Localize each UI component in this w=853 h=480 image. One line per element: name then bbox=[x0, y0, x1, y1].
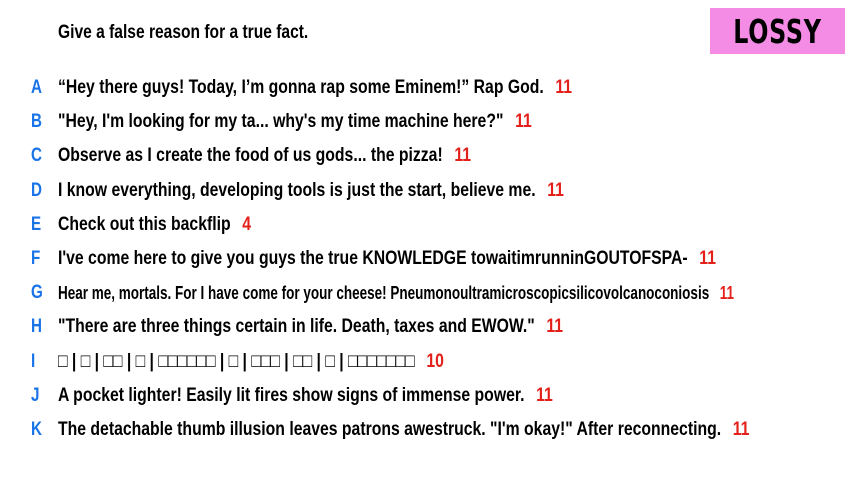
answer-letter: K bbox=[31, 418, 42, 440]
answer-score: 11 bbox=[719, 283, 734, 304]
answer-text: □ | □ | □□ | □ | □□□□□□ | □ | □□□ | □□ |… bbox=[58, 350, 415, 372]
answer-content: I've come here to give you guys the true… bbox=[58, 242, 716, 276]
answer-content: "Hey, I'm looking for my ta... why's my … bbox=[58, 105, 532, 139]
answer-row-c: C Observe as I create the food of us god… bbox=[0, 139, 853, 173]
answer-score: 11 bbox=[515, 111, 532, 133]
answer-content: Observe as I create the food of us gods.… bbox=[58, 139, 471, 173]
answer-row-g: G Hear me, mortals. For I have come for … bbox=[0, 276, 853, 310]
answer-letter: E bbox=[31, 213, 42, 235]
answer-letter: D bbox=[31, 179, 42, 201]
answer-letter: J bbox=[31, 384, 40, 406]
answer-row-b: B "Hey, I'm looking for my ta... why's m… bbox=[0, 105, 853, 139]
answer-text: I've come here to give you guys the true… bbox=[58, 247, 688, 269]
answer-score: 11 bbox=[732, 418, 750, 440]
answer-content: "There are three things certain in life.… bbox=[58, 310, 563, 344]
answer-score: 4 bbox=[242, 213, 252, 235]
answer-text: "There are three things certain in life.… bbox=[58, 316, 535, 338]
answer-content: “Hey there guys! Today, I’m gonna rap so… bbox=[58, 71, 572, 105]
answer-row-e: E Check out this backflip 4 bbox=[0, 208, 853, 242]
answer-letter: C bbox=[31, 145, 42, 167]
answer-content: A pocket lighter! Easily lit fires show … bbox=[58, 379, 553, 413]
answer-text: “Hey there guys! Today, I’m gonna rap so… bbox=[58, 77, 544, 98]
answer-row-d: D I know everything, developing tools is… bbox=[0, 174, 853, 208]
answer-letter: I bbox=[31, 350, 36, 372]
answer-row-a: A “Hey there guys! Today, I’m gonna rap … bbox=[0, 71, 853, 105]
answer-content: I know everything, developing tools is j… bbox=[58, 174, 564, 208]
answer-text: Observe as I create the food of us gods.… bbox=[58, 145, 443, 167]
answer-score: 10 bbox=[426, 350, 444, 372]
answer-text: I know everything, developing tools is j… bbox=[58, 179, 536, 201]
answer-row-h: H "There are three things certain in lif… bbox=[0, 310, 853, 344]
answer-score: 11 bbox=[699, 247, 716, 269]
answer-text: A pocket lighter! Easily lit fires show … bbox=[58, 384, 525, 406]
answer-row-k: K The detachable thumb illusion leaves p… bbox=[0, 413, 853, 447]
answer-score: 11 bbox=[454, 145, 472, 167]
answer-list: A “Hey there guys! Today, I’m gonna rap … bbox=[0, 71, 853, 447]
answer-score: 11 bbox=[546, 316, 564, 338]
answer-letter: H bbox=[31, 316, 42, 338]
answer-text: Check out this backflip bbox=[58, 213, 231, 235]
answer-row-j: J A pocket lighter! Easily lit fires sho… bbox=[0, 379, 853, 413]
answer-letter: F bbox=[31, 247, 41, 269]
answer-text: Hear me, mortals. For I have come for yo… bbox=[58, 283, 710, 304]
answer-text: The detachable thumb illusion leaves pat… bbox=[58, 418, 722, 440]
answer-row-i: I □ | □ | □□ | □ | □□□□□□ | □ | □□□ | □□… bbox=[0, 345, 853, 379]
answer-score: 11 bbox=[536, 384, 553, 406]
prompt-text: Give a false reason for a true fact. bbox=[58, 22, 309, 43]
answer-content: □ | □ | □□ | □ | □□□□□□ | □ | □□□ | □□ |… bbox=[58, 345, 444, 379]
lossy-badge-label: LOSSY bbox=[733, 11, 822, 51]
answer-row-f: F I've come here to give you guys the tr… bbox=[0, 242, 853, 276]
answer-letter: G bbox=[31, 282, 43, 304]
answer-letter: A bbox=[31, 77, 42, 98]
lossy-badge: LOSSY bbox=[710, 8, 845, 54]
answer-content: Hear me, mortals. For I have come for yo… bbox=[58, 276, 734, 310]
answer-score: 11 bbox=[555, 77, 573, 98]
answer-content: Check out this backflip 4 bbox=[58, 208, 251, 242]
answer-text: "Hey, I'm looking for my ta... why's my … bbox=[58, 111, 504, 133]
answer-content: The detachable thumb illusion leaves pat… bbox=[58, 413, 749, 447]
answer-letter: B bbox=[31, 111, 42, 133]
answer-score: 11 bbox=[547, 179, 564, 201]
